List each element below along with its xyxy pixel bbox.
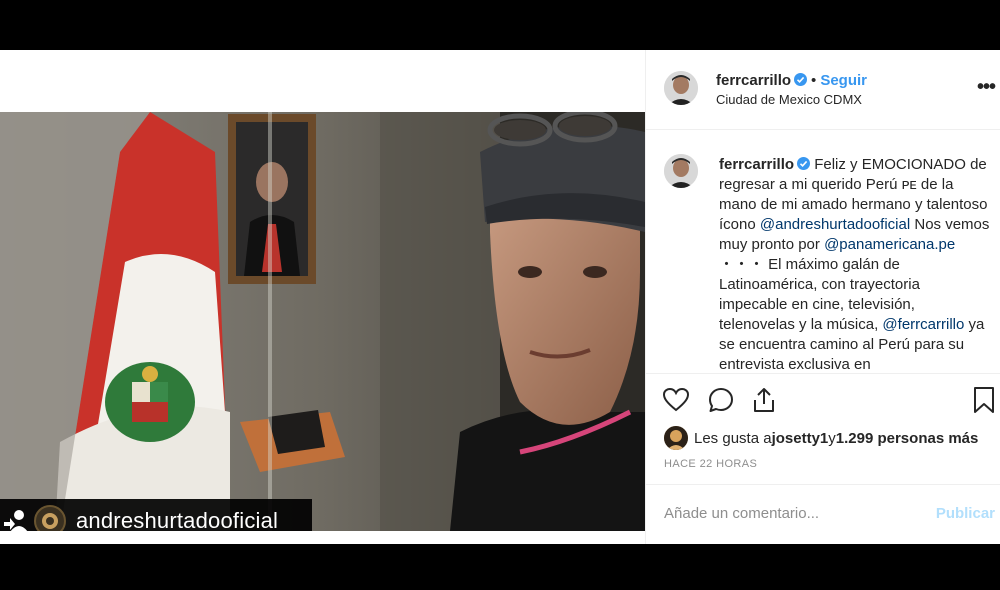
comment-icon[interactable] [707, 386, 735, 414]
caption-verified-badge-icon [797, 157, 811, 170]
likes-summary: Les gusta a josetty1 y 1.299 personas má… [664, 426, 978, 450]
liker-username-link[interactable]: josetty1 [772, 430, 829, 447]
location-link[interactable]: Ciudad de Mexico CDMX [716, 92, 862, 107]
separator-dot: • [811, 72, 817, 89]
repost-avatar [34, 505, 66, 531]
repost-icon [4, 510, 28, 531]
post-header: ferrcarrillo • Seguir Ciudad de Mexico CDM… [646, 50, 1000, 130]
share-icon[interactable] [750, 386, 778, 414]
comment-input[interactable]: Añade un comentario... [664, 505, 819, 522]
liker-avatar[interactable] [664, 426, 688, 450]
likes-prefix: Les gusta a [694, 429, 772, 447]
likes-middle: y [828, 429, 836, 447]
post-sidebar: ferrcarrillo • Seguir Ciudad de Mexico CDM… [645, 50, 1000, 544]
mention-link[interactable]: @panamericana.pe [824, 236, 955, 253]
instagram-post: andreshurtadooficial ferrcarrillo • Seguir… [0, 50, 1000, 544]
mention-link[interactable]: @ferrcarrillo [882, 316, 964, 333]
repost-handle: andreshurtadooficial [76, 508, 279, 531]
more-options-icon[interactable]: ••• [977, 76, 996, 99]
caption-area: ferrcarrillo Feliz y EMOCIONADO de regre… [646, 130, 1000, 373]
caption-text: ferrcarrillo Feliz y EMOCIONADO de regre… [719, 155, 991, 373]
publish-button[interactable]: Publicar [936, 505, 995, 522]
post-timestamp[interactable]: HACE 22 HORAS [664, 458, 757, 470]
mention-link[interactable]: @andreshurtadooficial [760, 216, 910, 233]
username-link[interactable]: ferrcarrillo [716, 72, 791, 89]
verified-badge-icon [794, 73, 808, 86]
caption-avatar[interactable] [664, 154, 698, 188]
comment-box: Añade un comentario... Publicar [646, 484, 1000, 545]
caption-username-link[interactable]: ferrcarrillo [719, 156, 794, 173]
bookmark-icon[interactable] [970, 386, 998, 414]
repost-tag: andreshurtadooficial [0, 499, 312, 531]
action-bar [646, 373, 1000, 430]
heart-icon[interactable] [662, 386, 690, 414]
follow-button[interactable]: Seguir [820, 72, 867, 89]
post-media: andreshurtadooficial [0, 50, 645, 544]
post-photo[interactable]: andreshurtadooficial [0, 112, 645, 531]
avatar[interactable] [664, 71, 698, 105]
likes-count-link[interactable]: 1.299 personas más [836, 430, 979, 447]
